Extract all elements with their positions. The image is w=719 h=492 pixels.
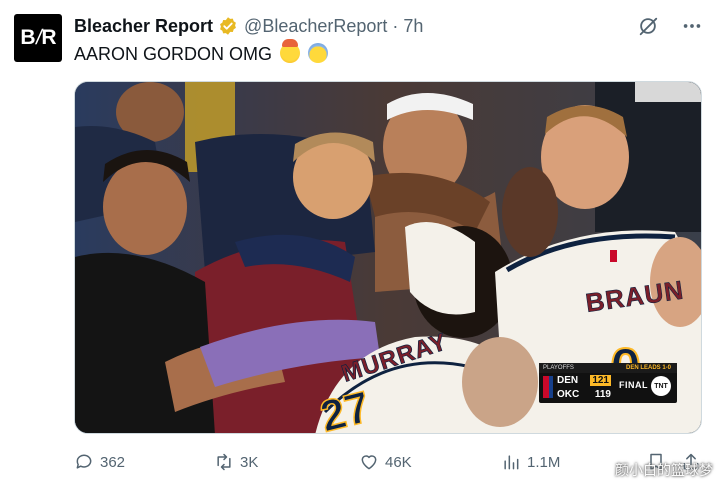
retweet-button[interactable]: 3K bbox=[214, 450, 258, 474]
team-score: 121 bbox=[590, 375, 611, 386]
tweet-body: AARON GORDON OMG bbox=[74, 44, 273, 64]
scorebug-row-home: DEN 121 bbox=[557, 374, 611, 387]
series-status: DEN LEADS 1-0 bbox=[625, 365, 671, 371]
avatar-letter: B bbox=[20, 26, 35, 49]
tweet-actions: 362 3K 46K 1.1M bbox=[74, 450, 706, 474]
more-options-icon[interactable] bbox=[681, 15, 703, 37]
retweet-icon bbox=[217, 453, 231, 471]
face-screaming-emoji-icon bbox=[308, 43, 329, 63]
verified-badge-icon bbox=[220, 17, 236, 35]
tweet-media-photo[interactable]: MURRAY 27 BRAUN 0 PLAYOFFS DEN LEADS 1-0… bbox=[74, 81, 702, 434]
tweet-text: AARON GORDON OMG bbox=[74, 39, 329, 66]
tweet-top-actions bbox=[637, 14, 703, 38]
avatar[interactable]: B / R bbox=[14, 14, 62, 62]
heart-icon bbox=[361, 455, 377, 470]
tnt-logo-icon: TNT bbox=[651, 376, 671, 396]
reply-count: 362 bbox=[100, 453, 126, 471]
team-abbr: OKC bbox=[557, 389, 580, 400]
game-status: FINAL bbox=[619, 380, 648, 390]
grok-icon[interactable] bbox=[637, 15, 659, 37]
team-score: 119 bbox=[594, 389, 611, 400]
nba-logo-icon bbox=[543, 376, 553, 398]
playoffs-label: PLAYOFFS bbox=[543, 365, 574, 371]
views-chart-icon bbox=[504, 455, 519, 470]
reply-button[interactable]: 362 bbox=[74, 450, 125, 474]
handle[interactable]: @BleacherReport bbox=[244, 16, 387, 37]
watermark: 颜小白的篮球梦 bbox=[615, 462, 713, 478]
exploding-head-emoji-icon bbox=[280, 39, 301, 63]
retweet-count: 3K bbox=[240, 453, 259, 471]
like-count: 46K bbox=[385, 453, 412, 471]
scorebug-row-away: OKC 119 bbox=[557, 388, 611, 401]
separator-dot: · bbox=[392, 15, 399, 36]
reply-icon bbox=[76, 454, 92, 469]
tweet-header: Bleacher Report @BleacherReport · 7h bbox=[74, 14, 423, 38]
display-name[interactable]: Bleacher Report bbox=[74, 16, 213, 37]
timestamp[interactable]: 7h bbox=[403, 16, 423, 37]
scorebug-header: PLAYOFFS DEN LEADS 1-0 bbox=[539, 363, 677, 373]
views-count: 1.1M bbox=[527, 453, 561, 471]
like-button[interactable]: 46K bbox=[359, 450, 412, 474]
scorebug: PLAYOFFS DEN LEADS 1-0 DEN 121 OKC 119 F… bbox=[539, 363, 677, 403]
team-abbr: DEN bbox=[557, 375, 579, 386]
avatar-letter: R bbox=[41, 26, 56, 49]
nba-logo-icon bbox=[610, 250, 617, 262]
views-button[interactable]: 1.1M bbox=[501, 450, 560, 474]
